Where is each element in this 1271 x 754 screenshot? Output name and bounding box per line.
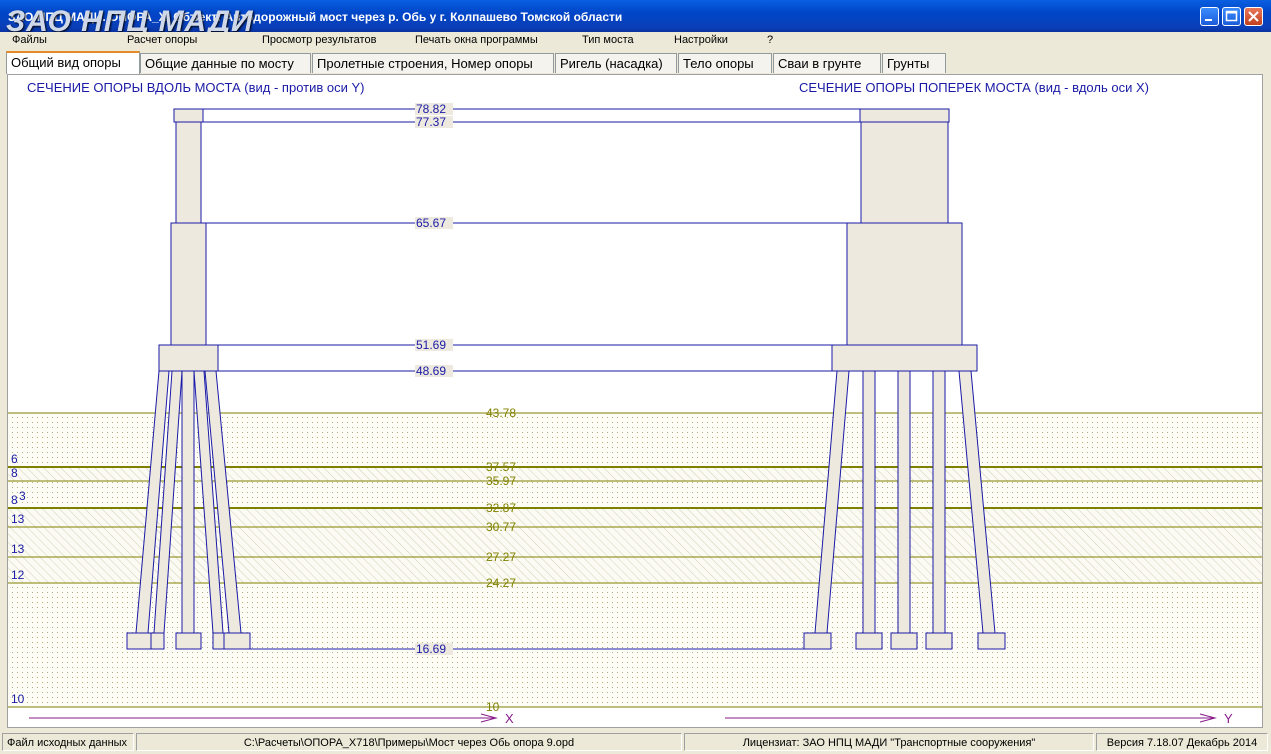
maximize-icon (1225, 10, 1238, 22)
soil-layer-number: 12 (11, 568, 25, 582)
menu-settings[interactable]: Настройки (674, 34, 728, 46)
pier-drawing: СЕЧЕНИЕ ОПОРЫ ВДОЛЬ МОСТА (вид - против … (8, 80, 1262, 726)
tab-soils[interactable]: Грунты (882, 53, 946, 73)
soil-layer-number: 13 (11, 512, 25, 526)
pile-cap (158, 344, 219, 372)
menu-results[interactable]: Просмотр результатов (262, 34, 376, 46)
pier-column-upper (860, 121, 949, 224)
soil-level-label: 24.27 (486, 576, 516, 590)
level-label: 48.69 (416, 364, 446, 378)
minimize-button[interactable] (1200, 7, 1219, 26)
soil-layers (8, 412, 1262, 708)
status-file-label: Файл исходных данных (2, 733, 134, 751)
left-section (126, 108, 251, 650)
axes (29, 713, 1217, 723)
close-icon (1248, 11, 1259, 22)
soil-level-label: 27.27 (486, 550, 516, 564)
pier-column-lower (170, 222, 207, 346)
tab-spans[interactable]: Пролетные строения, Номер опоры (312, 53, 554, 73)
level-label: 77.37 (416, 115, 446, 129)
right-section-title: СЕЧЕНИЕ ОПОРЫ ПОПЕРЕК МОСТА (вид - вдоль… (799, 80, 1149, 95)
pile-cap (831, 344, 978, 372)
soil-layer-number: 13 (11, 542, 25, 556)
soil-layer-number: 8 (11, 493, 18, 507)
pile (181, 370, 195, 634)
menu-print[interactable]: Печать окна программы (415, 34, 538, 46)
crossbeam-cap (859, 108, 950, 123)
left-section-title: СЕЧЕНИЕ ОПОРЫ ВДОЛЬ МОСТА (вид - против … (27, 80, 364, 95)
pile-tip (977, 632, 1006, 650)
status-bar: Файл исходных данных C:\Расчеты\ОПОРА_X7… (0, 730, 1271, 754)
status-licensee: Лицензиат: ЗАО НПЦ МАДИ "Транспортные со… (684, 733, 1094, 751)
pile-tip (212, 632, 226, 650)
soil-level-label: 37.57 (486, 460, 516, 474)
pile-tip (223, 632, 251, 650)
tab-crossbeam[interactable]: Ригель (насадка) (555, 53, 677, 73)
close-button[interactable] (1244, 7, 1263, 26)
level-label: 16.69 (416, 642, 446, 656)
pile-tip (803, 632, 832, 650)
menu-calc[interactable]: Расчет опоры (127, 34, 197, 46)
status-file-path: C:\Расчеты\ОПОРА_X718\Примеры\Мост через… (136, 733, 682, 751)
pier-column-upper (175, 121, 202, 224)
pile-tip (175, 632, 202, 650)
menu-bar: Файлы Расчет опоры Просмотр результатов … (0, 32, 1271, 50)
level-label: 65.67 (416, 216, 446, 230)
soil-layer (8, 481, 1262, 508)
soil-layer-number: 10 (11, 692, 25, 706)
tab-general-view[interactable]: Общий вид опоры (6, 51, 140, 74)
menu-help[interactable]: ? (767, 34, 773, 46)
pile-tip (925, 632, 953, 650)
minimize-icon (1205, 19, 1212, 21)
pile (862, 370, 876, 634)
axis-x-label: X (505, 711, 514, 726)
pier-column-lower (846, 222, 963, 346)
menu-files[interactable]: Файлы (12, 34, 47, 46)
soil-layer-number: 8 (11, 466, 18, 480)
crossbeam-cap (173, 108, 204, 123)
tab-strip: Общий вид опоры Общие данные по мосту Пр… (0, 50, 1271, 74)
soil-layer-number: 3 (19, 489, 26, 503)
level-label: 78.82 (416, 102, 446, 116)
pile-tip (150, 632, 165, 650)
soil-layer (8, 413, 1262, 467)
soil-level-label: 35.97 (486, 474, 516, 488)
tab-bridge-data[interactable]: Общие данные по мосту (140, 53, 311, 73)
soil-level-label: 10 (486, 700, 500, 714)
pile-tip (890, 632, 918, 650)
drawing-canvas: СЕЧЕНИЕ ОПОРЫ ВДОЛЬ МОСТА (вид - против … (7, 74, 1263, 728)
title-bar: ЗАО НПЦ МАДИ. ОПОРА_X. Объект: Автодорож… (0, 0, 1271, 38)
maximize-button[interactable] (1222, 7, 1241, 26)
level-label: 51.69 (416, 338, 446, 352)
pile-tip (126, 632, 154, 650)
axis-y-label: Y (1224, 711, 1233, 726)
soil-level-label: 43.78 (486, 406, 516, 420)
pile (897, 370, 911, 634)
menu-bridge-type[interactable]: Тип моста (582, 34, 634, 46)
soil-layer-number: 6 (11, 452, 18, 466)
soil-layer (8, 508, 1262, 583)
soil-level-label: 30.77 (486, 520, 516, 534)
status-version: Версия 7.18.07 Декабрь 2014 (1096, 733, 1268, 751)
tab-pier-body[interactable]: Тело опоры (678, 53, 772, 73)
pile (932, 370, 946, 634)
tab-piles[interactable]: Сваи в грунте (773, 53, 881, 73)
pile-tip (855, 632, 883, 650)
soil-layer (8, 467, 1262, 481)
soil-level-label: 32.87 (486, 501, 516, 515)
